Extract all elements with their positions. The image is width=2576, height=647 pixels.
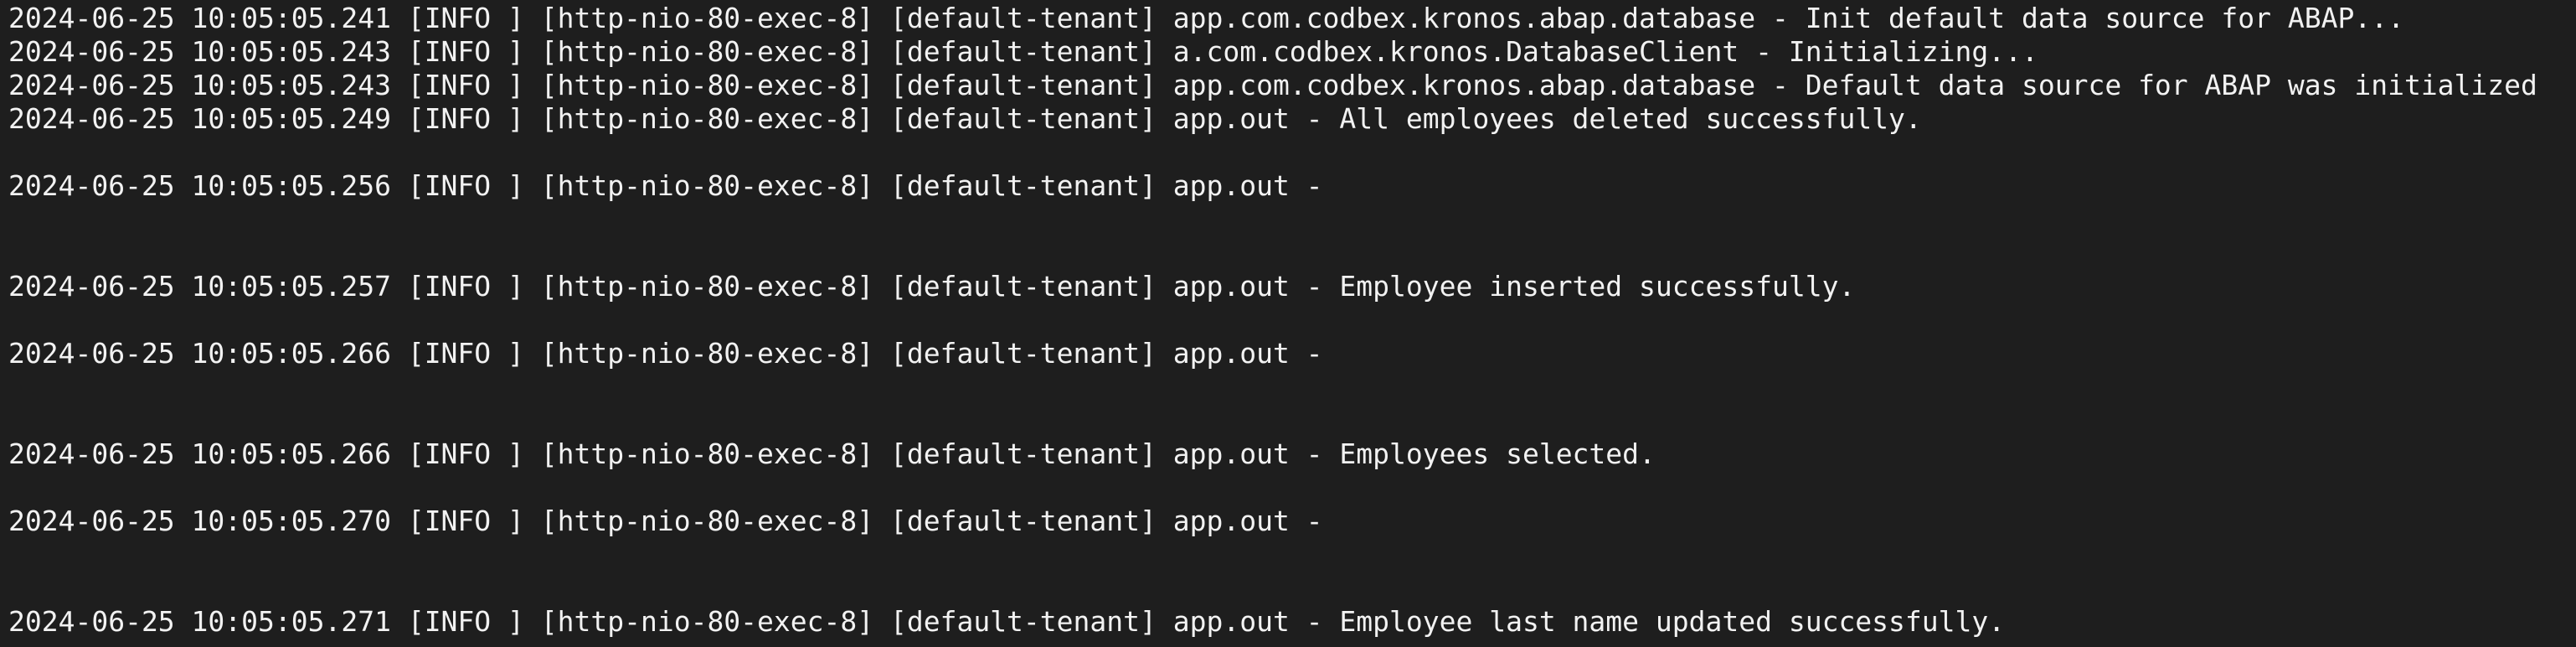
log-line: 2024-06-25 10:05:05.266 [INFO ] [http-ni… [8, 437, 1656, 470]
log-output: 2024-06-25 10:05:05.241 [INFO ] [http-ni… [8, 2, 2568, 639]
log-line: 2024-06-25 10:05:05.241 [INFO ] [http-ni… [8, 2, 2404, 34]
log-line: 2024-06-25 10:05:05.270 [INFO ] [http-ni… [8, 505, 1323, 537]
log-line: 2024-06-25 10:05:05.257 [INFO ] [http-ni… [8, 270, 1856, 303]
terminal-window[interactable]: 2024-06-25 10:05:05.241 [INFO ] [http-ni… [0, 0, 2576, 647]
log-line: 2024-06-25 10:05:05.249 [INFO ] [http-ni… [8, 102, 1922, 135]
log-line: 2024-06-25 10:05:05.271 [INFO ] [http-ni… [8, 605, 2006, 638]
log-line: 2024-06-25 10:05:05.243 [INFO ] [http-ni… [8, 35, 2038, 68]
log-line: 2024-06-25 10:05:05.256 [INFO ] [http-ni… [8, 169, 1323, 202]
log-line: 2024-06-25 10:05:05.266 [INFO ] [http-ni… [8, 337, 1323, 370]
log-line: 2024-06-25 10:05:05.243 [INFO ] [http-ni… [8, 69, 2537, 101]
